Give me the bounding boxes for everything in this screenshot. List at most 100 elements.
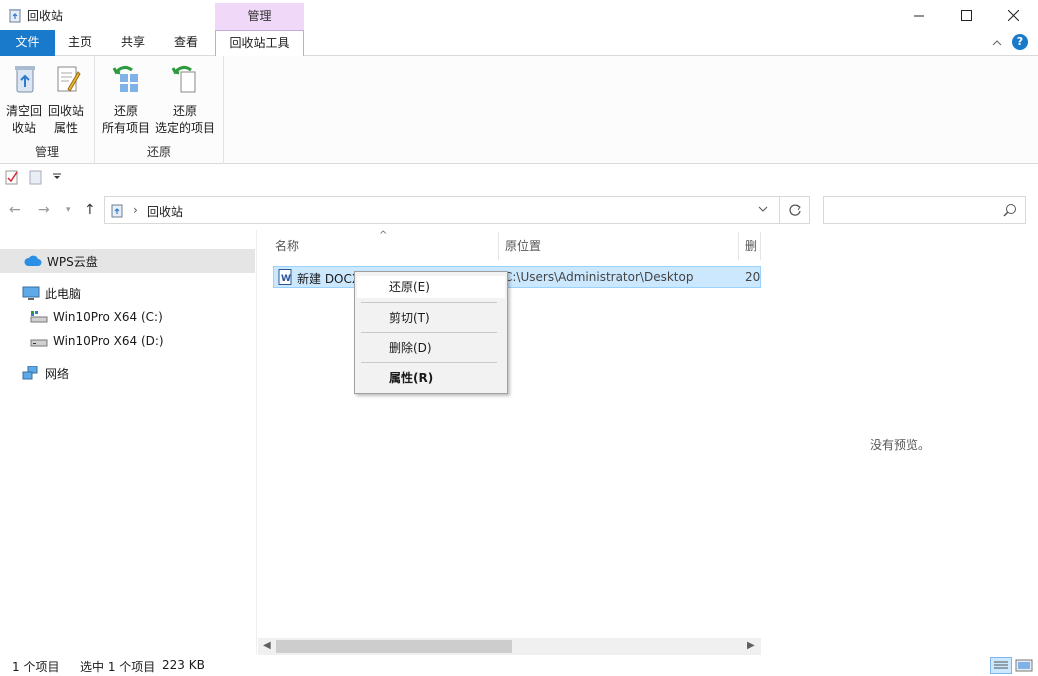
svg-text:W: W (281, 274, 291, 284)
preview-pane: 没有预览。 (762, 230, 1038, 654)
menu-item-properties[interactable]: 属性(R) (357, 367, 505, 389)
selection-count: 选中 1 个项目 (80, 660, 156, 674)
scroll-left-icon[interactable]: ◀ (263, 640, 271, 651)
nav-item-this-pc[interactable]: 此电脑 (0, 281, 255, 305)
navigation-pane: WPS云盘 此电脑 Win10Pro X64 (C:) Win10Pro X64… (0, 230, 257, 654)
column-header-name[interactable]: 名称 (269, 232, 499, 260)
nav-label-drive-d: Win10Pro X64 (D:) (53, 334, 164, 348)
drive-icon (30, 339, 48, 347)
chevron-down-icon[interactable] (757, 202, 769, 216)
restore-all-icon (112, 65, 138, 92)
maximize-button[interactable] (943, 0, 989, 30)
recent-chevron-icon[interactable]: ▾ (66, 205, 71, 215)
properties-label-1: 回收站 (47, 104, 84, 118)
tab-file[interactable]: 文件 (0, 30, 55, 56)
nav-label-this-pc: 此电脑 (45, 286, 82, 301)
ribbon: 清空回 收站 回收站 属性 管理 还原 所有项目 还原 选定的项目 还原 (0, 56, 1038, 164)
nav-item-drive-d[interactable]: Win10Pro X64 (D:) (0, 329, 255, 353)
menu-separator (361, 362, 497, 363)
empty-recycle-bin-button[interactable]: 清空回 收站 (4, 62, 44, 137)
window-title: 回收站 (27, 9, 64, 23)
navigation-bar: ← → ▾ ↑ › 回收站 (0, 193, 1038, 227)
nav-label-wps-cloud: WPS云盘 (47, 254, 98, 269)
details-view-icon[interactable] (990, 657, 1012, 674)
computer-icon (22, 286, 40, 300)
system-drive-icon (30, 311, 48, 323)
recycle-bin-icon (9, 9, 21, 23)
menu-separator (361, 332, 497, 333)
menu-separator (361, 302, 497, 303)
word-document-icon: W (278, 269, 292, 285)
cloud-icon (24, 255, 42, 266)
address-path[interactable]: 回收站 (147, 203, 183, 220)
properties-label-2: 属性 (53, 121, 78, 135)
search-icon (1003, 204, 1016, 217)
customize-dropdown-icon[interactable] (53, 173, 61, 181)
restore-all-label-1: 还原 (113, 104, 138, 118)
restore-selected-button[interactable]: 还原 选定的项目 (153, 62, 217, 137)
empty-recycle-bin-icon (15, 66, 35, 93)
scroll-right-icon[interactable]: ▶ (747, 640, 755, 651)
help-icon[interactable]: ? (1012, 34, 1028, 50)
file-list: ^ 名称 原位置 删除 W 新建 DOCX C:\Users\Administr… (258, 230, 761, 655)
network-icon (22, 366, 38, 380)
search-box[interactable] (823, 196, 1026, 224)
context-menu: 还原(E) 剪切(T) 删除(D) 属性(R) (354, 271, 508, 394)
menu-item-delete[interactable]: 删除(D) (357, 337, 505, 359)
menu-item-cut[interactable]: 剪切(T) (357, 307, 505, 329)
maximize-icon (960, 9, 972, 21)
nav-item-drive-c[interactable]: Win10Pro X64 (C:) (0, 305, 255, 329)
minimize-button[interactable] (896, 0, 942, 30)
close-button[interactable] (990, 0, 1036, 30)
title-bar: 回收站 管理 (0, 0, 1038, 30)
large-icons-view-icon[interactable] (1013, 657, 1035, 674)
empty-label-2: 收站 (11, 121, 36, 135)
ribbon-group-manage: 清空回 收站 回收站 属性 管理 (0, 56, 95, 164)
tab-home[interactable]: 主页 (59, 30, 101, 56)
ribbon-tabs: 文件 主页 共享 查看 回收站工具 ? (0, 30, 1038, 57)
recycle-bin-icon (111, 204, 123, 218)
tab-view[interactable]: 查看 (165, 30, 207, 56)
column-header-deleted[interactable]: 删除 (739, 232, 761, 260)
chevron-right-icon[interactable]: › (133, 203, 138, 217)
quick-access-toolbar (0, 165, 1038, 189)
file-deleted-date: 20 (745, 270, 761, 284)
empty-label-1: 清空回 (5, 104, 42, 118)
column-header-location[interactable]: 原位置 (499, 232, 739, 260)
horizontal-scrollbar[interactable]: ◀ ▶ (258, 638, 761, 655)
file-name: 新建 DOCX (297, 272, 361, 286)
restore-selected-label-1: 还原 (172, 104, 197, 118)
selection-size: 223 KB (162, 658, 205, 672)
close-icon (1007, 9, 1019, 21)
menu-item-restore[interactable]: 还原(E) (357, 276, 505, 298)
group-label-restore: 还原 (146, 145, 171, 159)
recycle-bin-properties-button[interactable]: 回收站 属性 (46, 62, 86, 137)
restore-all-button[interactable]: 还原 所有项目 (99, 62, 153, 137)
item-count: 1 个项目 (12, 660, 60, 674)
nav-item-network[interactable]: 网络 (0, 361, 255, 385)
scrollbar-thumb[interactable] (276, 640, 512, 653)
contextual-tab-group-label: 管理 (215, 3, 304, 30)
properties-icon (57, 66, 81, 92)
refresh-button[interactable] (780, 196, 810, 224)
table-row[interactable]: W 新建 DOCX C:\Users\Administrator\Desktop… (273, 266, 761, 288)
chevron-up-icon[interactable] (992, 39, 1002, 46)
up-arrow-icon[interactable]: ↑ (84, 202, 96, 218)
address-bar[interactable]: › 回收站 (104, 196, 780, 224)
status-bar: 1 个项目 选中 1 个项目 223 KB (0, 654, 1038, 676)
restore-selected-icon (171, 65, 196, 93)
tab-share[interactable]: 共享 (111, 30, 155, 56)
file-original-location: C:\Users\Administrator\Desktop (504, 270, 694, 284)
new-folder-icon[interactable] (29, 169, 43, 185)
forward-arrow-icon[interactable]: → (38, 202, 50, 218)
back-arrow-icon[interactable]: ← (9, 202, 21, 218)
ribbon-controls: ? (992, 34, 1028, 50)
minimize-icon (913, 15, 924, 16)
properties-check-icon[interactable] (5, 169, 19, 185)
no-preview-text: 没有预览。 (870, 438, 931, 452)
refresh-icon (788, 204, 801, 216)
restore-selected-label-2: 选定的项目 (154, 121, 215, 135)
nav-item-wps-cloud[interactable]: WPS云盘 (0, 249, 255, 273)
tab-recycle-bin-tools[interactable]: 回收站工具 (215, 30, 304, 57)
ribbon-group-restore: 还原 所有项目 还原 选定的项目 还原 (95, 56, 224, 164)
